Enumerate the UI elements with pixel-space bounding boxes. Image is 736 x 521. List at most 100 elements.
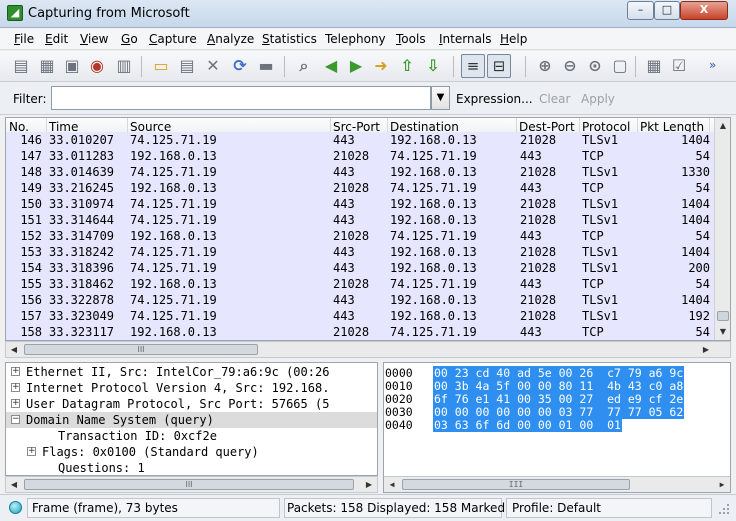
expand-icon[interactable]: + [11, 399, 20, 408]
hex-row[interactable]: 0000 00 23 cd 40 ad 5e 00 26 c7 79 a6 9c [384, 366, 730, 380]
capture-options-icon[interactable]: ▦ [38, 57, 56, 75]
tree-item[interactable]: + Ethernet II, Src: IntelCor_79:a6:9c (00… [6, 364, 377, 380]
menu-help[interactable]: Help [500, 32, 527, 46]
scroll-thumb[interactable]: III [24, 344, 258, 355]
interface-list-icon[interactable]: ▤ [12, 57, 30, 75]
menu-capture[interactable]: Capture [149, 32, 197, 46]
restart-capture-icon[interactable]: ▥ [115, 57, 133, 75]
hex-row[interactable]: 0010 00 3b 4a 5f 00 00 80 11 4b 43 c0 a8 [384, 379, 730, 393]
bytes-horizontal-scrollbar[interactable]: ◀ III ▶ [384, 476, 730, 492]
go-last-icon[interactable]: ⇩ [424, 57, 442, 75]
tree-item[interactable]: + Flags: 0x0100 (Standard query) [6, 444, 377, 460]
collapse-icon[interactable]: − [11, 415, 20, 424]
packet-details-tree[interactable]: + Ethernet II, Src: IntelCor_79:a6:9c (00… [5, 362, 378, 476]
go-back-icon[interactable]: ◀ [322, 57, 340, 75]
table-row[interactable]: 151 33.314644 74.125.71.19 443 192.168.0.13 2… [6, 212, 714, 228]
clear-button[interactable]: Clear [539, 92, 570, 106]
table-row[interactable]: 154 33.318396 74.125.71.19 443 192.168.0.13 2… [6, 260, 714, 276]
find-packet-icon[interactable]: ⌕ [295, 57, 313, 75]
maximize-button[interactable]: □ [654, 1, 680, 20]
zoom-in-icon[interactable]: ⊕ [536, 57, 554, 75]
stop-capture-icon[interactable]: ◉ [88, 57, 106, 75]
auto-scroll-toggle-icon[interactable]: ⊟ [487, 54, 511, 78]
go-first-icon[interactable]: ⇧ [398, 57, 416, 75]
menu-telephony[interactable]: Telephony [325, 32, 386, 46]
table-row[interactable]: 156 33.322878 74.125.71.19 443 192.168.0.13 2… [6, 292, 714, 308]
menu-internals[interactable]: Internals [439, 32, 492, 46]
colorize-toggle-icon[interactable]: ≡ [461, 54, 485, 78]
hex-row[interactable]: 0030 00 00 00 00 00 00 03 77 77 77 05 62 [384, 405, 730, 419]
scroll-right-arrow-icon[interactable]: ▶ [361, 477, 377, 492]
table-row[interactable]: 148 33.014639 74.125.71.19 443 192.168.0.13 2… [6, 164, 714, 180]
resize-grip-icon[interactable] [718, 503, 730, 515]
packet-list-vertical-scrollbar[interactable]: ▲ ▼ [714, 118, 730, 340]
menu-go[interactable]: Go [121, 32, 138, 46]
scroll-thumb[interactable]: III [24, 479, 354, 490]
apply-button[interactable]: Apply [581, 92, 615, 106]
close-file-icon[interactable]: ✕ [204, 57, 222, 75]
table-row[interactable]: 146 33.010207 74.125.71.19 443 192.168.0.13 2… [6, 132, 714, 148]
tree-item[interactable]: − Domain Name System (query) [6, 412, 377, 428]
tree-item[interactable]: Transaction ID: 0xcf2e [6, 428, 377, 444]
scroll-right-arrow-icon[interactable]: ▶ [698, 342, 714, 357]
expand-icon[interactable]: + [27, 447, 36, 456]
scroll-up-arrow-icon[interactable]: ▲ [715, 118, 730, 134]
status-profile-cell[interactable]: Profile: Default [506, 498, 712, 518]
zoom-normal-icon[interactable]: ⊙ [586, 57, 604, 75]
filter-dropdown-button[interactable]: ▼ [431, 86, 450, 110]
details-horizontal-scrollbar[interactable]: ◀ III ▶ [5, 476, 378, 493]
menu-tools[interactable]: Tools [396, 32, 426, 46]
table-row[interactable]: 157 33.323049 74.125.71.19 443 192.168.0.13 2… [6, 308, 714, 324]
reload-icon[interactable]: ⟳ [231, 57, 249, 75]
table-row[interactable]: 149 33.216245 192.168.0.13 21028 74.125.71.1… [6, 180, 714, 196]
hex-bytes[interactable]: 6f 76 e1 41 00 35 00 27 ed e9 cf 2e [433, 392, 685, 406]
hex-bytes[interactable]: 03 63 6f 6d 00 00 01 00 01 [433, 418, 622, 432]
hex-row[interactable]: 0040 03 63 6f 6d 00 00 01 00 01 [384, 418, 730, 432]
packet-list-horizontal-scrollbar[interactable]: ◀ III ▶ [5, 341, 731, 358]
start-capture-icon[interactable]: ▣ [63, 57, 81, 75]
table-row[interactable]: 153 33.318242 74.125.71.19 443 192.168.0.13 2… [6, 244, 714, 260]
table-row[interactable]: 158 33.323117 192.168.0.13 21028 74.125.71.1… [6, 324, 714, 340]
hex-row[interactable]: 0020 6f 76 e1 41 00 35 00 27 ed e9 cf 2e [384, 392, 730, 406]
filter-input[interactable] [51, 86, 431, 110]
scroll-down-arrow-icon[interactable]: ▼ [715, 324, 730, 340]
tree-item[interactable]: + Internet Protocol Version 4, Src: 192.1… [6, 380, 377, 396]
table-row[interactable]: 150 33.310974 74.125.71.19 443 192.168.0.13 2… [6, 196, 714, 212]
packet-bytes-pane[interactable]: ◀ III ▶ 0000 00 23 cd 40 ad 5e 00 26 c7 7… [383, 362, 731, 493]
close-button[interactable]: X [680, 1, 728, 20]
table-row[interactable]: 147 33.011283 192.168.0.13 21028 74.125.71.1… [6, 148, 714, 164]
tree-item[interactable]: Questions: 1 [6, 460, 377, 475]
hex-bytes[interactable]: 00 3b 4a 5f 00 00 80 11 4b 43 c0 a8 [433, 379, 685, 393]
scroll-right-arrow-icon[interactable]: ▶ [714, 477, 730, 492]
expand-icon[interactable]: + [11, 383, 20, 392]
print-icon[interactable]: ▬ [257, 57, 275, 75]
go-forward-icon[interactable]: ▶ [347, 57, 365, 75]
toolbar-overflow-button[interactable]: » [709, 58, 716, 72]
minimize-button[interactable]: – [627, 1, 654, 20]
menu-edit[interactable]: Edit [45, 32, 68, 46]
save-file-icon[interactable]: ▤ [178, 57, 196, 75]
scroll-thumb[interactable] [717, 311, 729, 321]
hex-bytes[interactable]: 00 23 cd 40 ad 5e 00 26 c7 79 a6 9c [433, 366, 685, 380]
menu-view[interactable]: View [80, 32, 108, 46]
packet-list[interactable]: No. Time Source Src-Port Destination Dest-Por… [5, 117, 731, 341]
go-to-packet-icon[interactable]: ➜ [372, 57, 390, 75]
tree-item[interactable]: + User Datagram Protocol, Src Port: 57665… [6, 396, 377, 412]
open-file-icon[interactable]: ▭ [152, 57, 170, 75]
expand-icon[interactable]: + [11, 367, 20, 376]
menu-statistics[interactable]: Statistics [262, 32, 317, 46]
scroll-left-arrow-icon[interactable]: ◀ [384, 477, 400, 492]
display-filters-icon[interactable]: ☑ [670, 57, 688, 75]
resize-columns-icon[interactable]: ▢ [611, 57, 629, 75]
hex-bytes[interactable]: 00 00 00 00 00 00 03 77 77 77 05 62 [433, 405, 685, 419]
menu-analyze[interactable]: Analyze [207, 32, 254, 46]
zoom-out-icon[interactable]: ⊖ [561, 57, 579, 75]
expert-info-icon[interactable] [9, 501, 22, 514]
scroll-left-arrow-icon[interactable]: ◀ [6, 342, 22, 357]
scroll-left-arrow-icon[interactable]: ◀ [6, 477, 22, 492]
scroll-thumb[interactable]: III [402, 479, 630, 490]
expression-button[interactable]: Expression... [456, 92, 533, 106]
capture-filters-icon[interactable]: ▦ [645, 57, 663, 75]
menu-file[interactable]: File [14, 32, 34, 46]
table-row[interactable]: 155 33.318462 192.168.0.13 21028 74.125.71.1… [6, 276, 714, 292]
